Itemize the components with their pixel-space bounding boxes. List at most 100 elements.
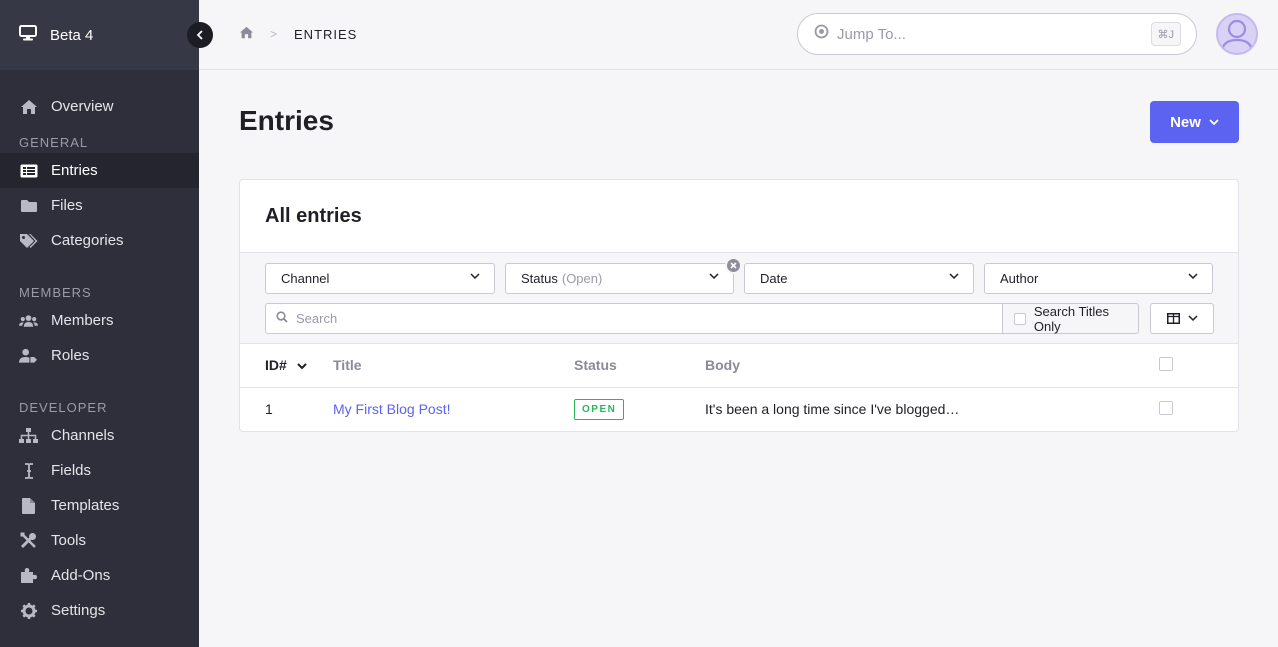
panel-title: All entries [240, 180, 1238, 253]
sidebar-item-label: Overview [51, 98, 114, 115]
jump-to-search[interactable]: ⌘J [797, 13, 1197, 55]
entry-id: 1 [265, 401, 273, 418]
section-developer: DEVELOPER [19, 400, 108, 415]
sidebar-item-entries[interactable]: Entries [0, 153, 199, 188]
sidebar-item-settings[interactable]: Settings [0, 593, 199, 628]
site-switcher[interactable]: Beta 4 [0, 0, 213, 70]
sidebar-item-label: Settings [51, 602, 106, 619]
tags-icon [19, 231, 38, 250]
search-field[interactable] [265, 303, 1003, 334]
filter-label: Date [760, 271, 788, 286]
sidebar-item-categories[interactable]: Categories [0, 223, 199, 258]
avatar[interactable] [1216, 13, 1258, 55]
sort-desc-icon [296, 363, 307, 370]
column-header-select-all [1159, 344, 1238, 388]
chevron-down-icon [949, 273, 959, 280]
column-header-id[interactable]: ID# [240, 344, 333, 388]
sidebar-item-templates[interactable]: Templates [0, 488, 199, 523]
author-filter[interactable]: Author [984, 263, 1213, 294]
i-cursor-icon [19, 461, 38, 480]
entry-status-cell: OPEN [574, 387, 705, 431]
search-titles-only-toggle[interactable]: Search Titles Only [1002, 303, 1139, 334]
entries-table: ID# Title Status Body 1 My First Blog Po… [240, 344, 1238, 431]
sidebar-item-label: Categories [51, 232, 124, 249]
sitemap-icon [19, 426, 38, 445]
search-titles-only-checkbox[interactable] [1014, 312, 1026, 325]
sidebar-item-overview[interactable]: Overview [0, 89, 199, 124]
entry-title-cell: My First Blog Post! [333, 387, 574, 431]
new-button-label: New [1170, 113, 1201, 131]
search-icon [276, 310, 288, 328]
desktop-icon [19, 24, 37, 46]
section-members: MEMBERS [19, 285, 92, 300]
sidebar-item-label: Add-Ons [51, 567, 111, 584]
new-entry-button[interactable]: New [1150, 101, 1239, 143]
chevron-left-icon [196, 30, 203, 40]
home-icon[interactable] [239, 26, 254, 42]
site-name: Beta 4 [50, 26, 94, 44]
filter-label: Channel [281, 271, 330, 286]
breadcrumb-current: ENTRIES [294, 26, 358, 42]
chevron-down-icon [470, 273, 480, 280]
chevron-down-icon [709, 273, 719, 280]
chevron-down-icon [1188, 273, 1198, 280]
column-header-title[interactable]: Title [333, 344, 574, 388]
chevron-down-icon [1209, 118, 1219, 125]
sidebar-item-files[interactable]: Files [0, 188, 199, 223]
sidebar-item-fields[interactable]: Fields [0, 453, 199, 488]
select-all-checkbox[interactable] [1159, 356, 1173, 371]
file-icon [19, 496, 38, 515]
row-checkbox[interactable] [1159, 400, 1173, 415]
close-icon [730, 262, 737, 269]
breadcrumb: > ENTRIES [239, 26, 357, 42]
entry-body: It's been a long time since I've blogged… [705, 401, 960, 418]
entry-title-link[interactable]: My First Blog Post! [333, 401, 450, 417]
filter-bar: Channel Status (Open) Date Author Search… [240, 253, 1238, 344]
sidebar-item-tools[interactable]: Tools [0, 523, 199, 558]
column-header-body[interactable]: Body [705, 344, 1159, 388]
sidebar-item-label: Members [51, 312, 114, 329]
date-filter[interactable]: Date [744, 263, 974, 294]
top-bar: > ENTRIES ⌘J [199, 0, 1278, 70]
target-icon [814, 24, 829, 44]
columns-icon [1166, 313, 1180, 324]
sidebar-item-label: Tools [51, 532, 87, 549]
sidebar-item-label: Files [51, 197, 83, 214]
entry-select-cell [1159, 387, 1238, 431]
puzzle-icon [19, 566, 38, 585]
columns-button[interactable] [1150, 303, 1214, 334]
status-badge: OPEN [574, 398, 625, 420]
users-icon [19, 311, 38, 330]
sidebar-item-add-ons[interactable]: Add-Ons [0, 558, 199, 593]
sidebar-item-label: Templates [51, 497, 120, 514]
user-tag-icon [19, 346, 38, 365]
sidebar-item-label: Channels [51, 427, 115, 444]
search-titles-only-label: Search Titles Only [1033, 303, 1110, 334]
channel-filter[interactable]: Channel [265, 263, 495, 294]
sidebar-item-label: Fields [51, 462, 92, 479]
sidebar-item-members[interactable]: Members [0, 303, 199, 338]
folder-icon [19, 196, 38, 215]
sidebar-item-roles[interactable]: Roles [0, 338, 199, 373]
clear-status-filter-button[interactable] [725, 257, 742, 274]
entries-panel: All entries Channel Status (Open) Date A… [239, 179, 1239, 432]
gear-icon [19, 601, 38, 620]
status-filter[interactable]: Status (Open) [505, 263, 734, 294]
column-label: ID# [265, 357, 287, 374]
entries-icon [19, 161, 38, 180]
page-title: Entries [239, 105, 334, 136]
sidebar-item-channels[interactable]: Channels [0, 418, 199, 453]
table-row: 1 My First Blog Post! OPEN It's been a l… [240, 387, 1238, 431]
search-input[interactable] [296, 311, 976, 326]
filter-label: Status [521, 271, 558, 286]
status-filter-value: (Open) [561, 271, 603, 286]
filter-label: Author [1000, 271, 1039, 286]
sidebar-item-label: Entries [51, 162, 98, 179]
home-icon [19, 97, 38, 116]
table-header-row: ID# Title Status Body [240, 344, 1238, 388]
collapse-sidebar-button[interactable] [187, 22, 213, 48]
column-header-status[interactable]: Status [574, 344, 705, 388]
jump-to-input[interactable] [837, 25, 1137, 43]
keyboard-shortcut-badge: ⌘J [1150, 22, 1181, 46]
chevron-down-icon [1187, 315, 1198, 322]
